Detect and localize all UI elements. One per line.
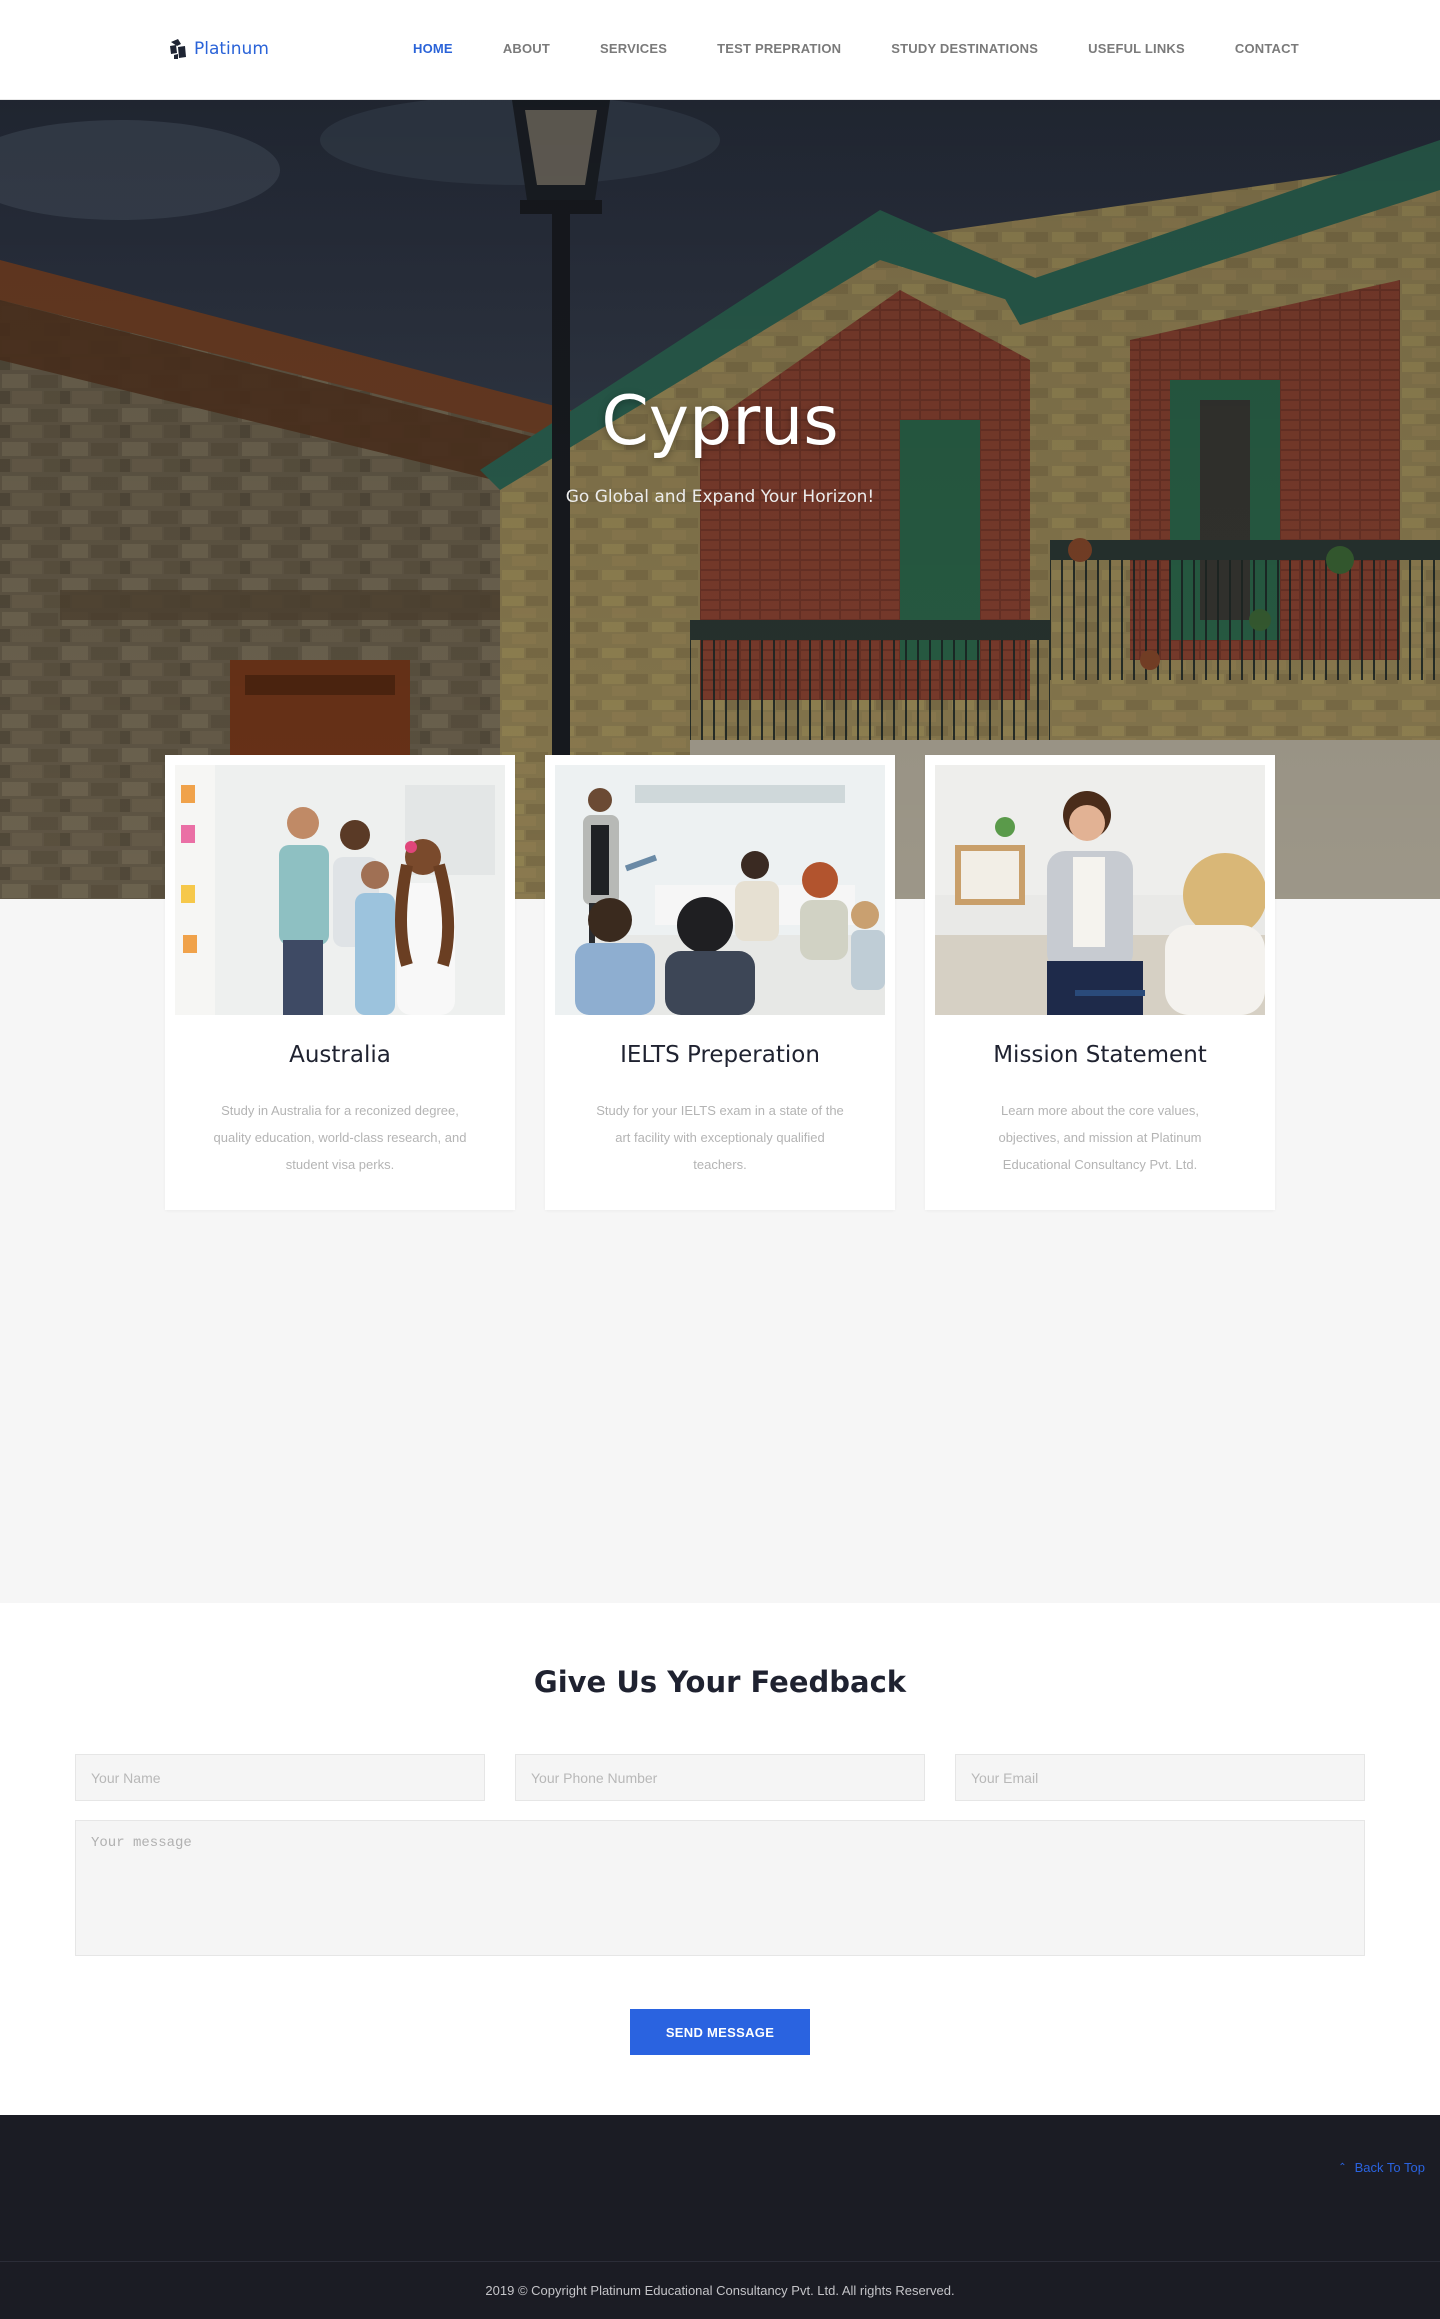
back-to-top-label: Back To Top [1354,2160,1425,2175]
card-title: IELTS Preperation [620,1042,820,1068]
logo-text: Platinum [194,39,269,59]
card-australia[interactable]: Australia Study in Australia for a recon… [165,755,515,1210]
nav-test-prepration[interactable]: TEST PREPRATION [717,41,841,56]
feedback-section: Give Us Your Feedback SEND MESSAGE [0,1603,1440,2115]
card-ielts-preperation[interactable]: IELTS Preperation Study for your IELTS e… [545,755,895,1210]
nav-home[interactable]: HOME [413,41,453,56]
card-image-ielts [555,765,885,1015]
card-description: Study for your IELTS exam in a state of … [596,1103,844,1172]
phone-input[interactable] [515,1754,925,1801]
chevron-up-icon: ⌃ [1338,2162,1347,2173]
nav-study-destinations[interactable]: STUDY DESTINATIONS [891,41,1038,56]
card-title: Australia [289,1042,391,1068]
hero-subtitle: Go Global and Expand Your Horizon! [565,487,875,507]
footer-divider [0,2261,1440,2262]
back-to-top-link[interactable]: ⌃ Back To Top [1338,2160,1425,2175]
hero-title: Cyprus [601,382,839,461]
card-mission-statement[interactable]: Mission Statement Learn more about the c… [925,755,1275,1210]
send-message-button[interactable]: SEND MESSAGE [630,2009,810,2055]
main-nav: HOME ABOUT SERVICES TEST PREPRATION STUD… [413,41,1299,56]
nav-services[interactable]: SERVICES [600,41,667,56]
logo[interactable]: Platinum [168,38,269,60]
email-input[interactable] [955,1754,1365,1801]
copyright-text: 2019 © Copyright Platinum Educational Co… [485,2283,955,2298]
message-textarea[interactable] [75,1820,1365,1956]
feedback-title: Give Us Your Feedback [533,1665,907,1699]
card-title: Mission Statement [993,1042,1207,1068]
site-header: Platinum HOME ABOUT SERVICES TEST PREPRA… [0,0,1440,100]
logo-icon [168,38,188,60]
nav-useful-links[interactable]: USEFUL LINKS [1088,41,1185,56]
card-image-australia [175,765,505,1015]
card-description: Learn more about the core values, object… [998,1103,1202,1172]
nav-about[interactable]: ABOUT [503,41,550,56]
site-footer: ⌃ Back To Top 2019 © Copyright Platinum … [0,2115,1440,2319]
name-input[interactable] [75,1754,485,1801]
card-description: Study in Australia for a reconized degre… [213,1103,467,1172]
nav-contact[interactable]: CONTACT [1235,41,1299,56]
card-image-mission [935,765,1265,1015]
